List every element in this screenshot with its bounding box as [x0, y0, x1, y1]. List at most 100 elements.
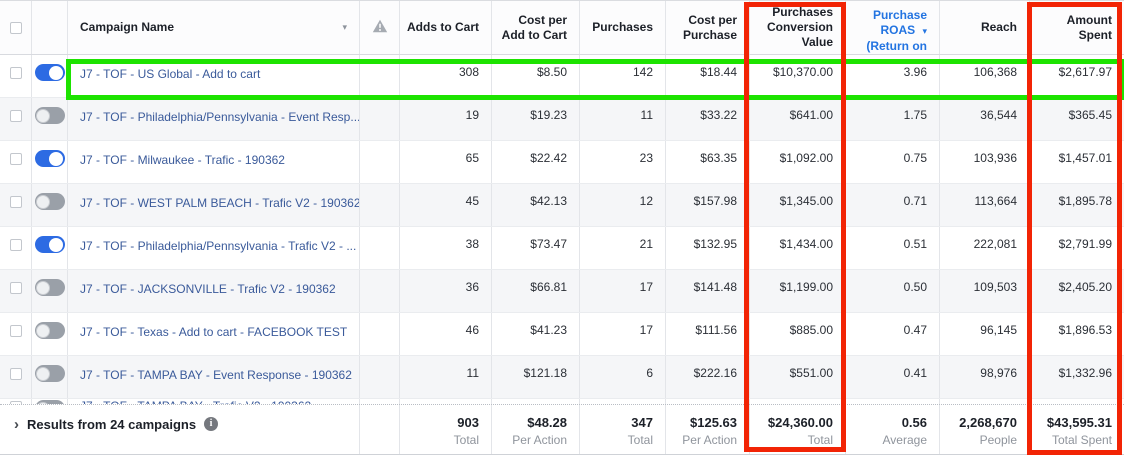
- header-cost-per-add-to-cart[interactable]: Cost per Add to Cart: [492, 1, 580, 54]
- campaign-name-link[interactable]: J7 - TOF - Philadelphia/Pennsylvania - E…: [80, 110, 360, 124]
- header-purchases[interactable]: Purchases: [580, 1, 666, 54]
- campaign-name-link[interactable]: J7 - TOF - WEST PALM BEACH - Trafic V2 -…: [80, 196, 360, 210]
- results-count-label: Results from 24 campaigns: [27, 417, 196, 433]
- info-icon[interactable]: i: [204, 417, 218, 431]
- warning-cell: [360, 98, 400, 140]
- cost-per-add-to-cart-cell: $42.13: [492, 184, 580, 226]
- header-checkbox-cell: [0, 1, 32, 54]
- purchases-conversion-value-cell: $1,434.00: [750, 227, 846, 269]
- adds-to-cart-cell: 46: [400, 313, 492, 355]
- campaign-toggle[interactable]: [35, 365, 65, 382]
- select-all-checkbox[interactable]: [10, 22, 22, 34]
- cost-per-add-to-cart-cell: $19.23: [492, 98, 580, 140]
- roas-header-line1: Purchase: [850, 8, 927, 23]
- campaign-name-link[interactable]: J7 - TOF - Philadelphia/Pennsylvania - T…: [80, 239, 356, 253]
- cost-per-purchase-cell: $33.22: [666, 98, 750, 140]
- reach-cell: 98,976: [940, 356, 1030, 398]
- purchases-conversion-value-cell: $1,199.00: [750, 270, 846, 312]
- chevron-right-icon[interactable]: ›: [14, 417, 19, 432]
- table-totals-row: › Results from 24 campaigns i 903 Total …: [0, 404, 1124, 455]
- purchases-conversion-value-cell: $885.00: [750, 313, 846, 355]
- campaign-toggle[interactable]: [35, 400, 65, 404]
- row-checkbox[interactable]: [10, 368, 22, 380]
- totals-purchases: 347 Total: [580, 405, 666, 454]
- purchases-cell: 21: [580, 227, 666, 269]
- results-summary[interactable]: › Results from 24 campaigns i: [0, 405, 360, 454]
- campaign-name-link[interactable]: J7 - TOF - Texas - Add to cart - FACEBOO…: [80, 325, 347, 339]
- warning-cell: [360, 313, 400, 355]
- cost-per-purchase-cell: $141.48: [666, 270, 750, 312]
- reach-cell: 113,664: [940, 184, 1030, 226]
- warning-cell: [360, 227, 400, 269]
- table-row: J7 - TOF - Texas - Add to cart - FACEBOO…: [0, 313, 1124, 356]
- campaign-name-link[interactable]: J7 - TOF - TAMPA BAY - Trafic V2 - 19036…: [80, 399, 311, 404]
- adds-to-cart-cell: 19: [400, 98, 492, 140]
- header-campaign-name[interactable]: Campaign Name ▾: [68, 1, 360, 54]
- row-checkbox[interactable]: [10, 67, 22, 79]
- toggle-knob: [36, 402, 50, 405]
- campaign-name-header-label: Campaign Name: [80, 20, 174, 35]
- row-checkbox[interactable]: [10, 239, 22, 251]
- row-checkbox[interactable]: [10, 196, 22, 208]
- campaign-toggle[interactable]: [35, 322, 65, 339]
- row-checkbox[interactable]: [10, 282, 22, 294]
- amount-spent-cell: $1,332.96: [1030, 356, 1124, 398]
- table-row: J7 - TOF - JACKSONVILLE - Trafic V2 - 19…: [0, 270, 1124, 313]
- row-checkbox[interactable]: [10, 110, 22, 122]
- adds-to-cart-cell: 36: [400, 270, 492, 312]
- header-reach[interactable]: Reach: [940, 1, 1030, 54]
- purchases-cell: 17: [580, 313, 666, 355]
- adds-to-cart-cell: 45: [400, 184, 492, 226]
- cost-per-add-to-cart-cell: $66.81: [492, 270, 580, 312]
- campaign-toggle[interactable]: [35, 107, 65, 124]
- header-cost-per-purchase[interactable]: Cost per Purchase: [666, 1, 750, 54]
- amount-spent-cell: $1,895.78: [1030, 184, 1124, 226]
- toggle-knob: [36, 281, 50, 295]
- sort-caret-icon[interactable]: ▾: [342, 20, 347, 35]
- toggle-knob: [49, 66, 63, 80]
- cost-per-purchase-cell: $157.98: [666, 184, 750, 226]
- header-purchase-roas[interactable]: Purchase ROAS ▾ (Return on: [846, 1, 940, 54]
- purchase-roas-cell: 0.41: [846, 356, 940, 398]
- campaign-toggle[interactable]: [35, 193, 65, 210]
- roas-header-line3: (Return on: [850, 39, 927, 54]
- campaign-name-link[interactable]: J7 - TOF - Milwaukee - Trafic - 190362: [80, 153, 285, 167]
- purchases-cell: 12: [580, 184, 666, 226]
- campaign-toggle[interactable]: [35, 150, 65, 167]
- campaign-toggle[interactable]: [35, 64, 65, 81]
- adds-to-cart-cell: 308: [400, 55, 492, 97]
- totals-purchases-conversion-value: $24,360.00 Total: [750, 405, 846, 454]
- campaign-name-link[interactable]: J7 - TOF - JACKSONVILLE - Trafic V2 - 19…: [80, 282, 336, 296]
- toggle-knob: [36, 195, 50, 209]
- toggle-knob: [36, 367, 50, 381]
- toggle-knob: [49, 238, 63, 252]
- amount-spent-cell: $365.45: [1030, 98, 1124, 140]
- header-purchases-conversion-value[interactable]: Purchases Conversion Value: [750, 1, 846, 54]
- purchase-roas-cell: 3.96: [846, 55, 940, 97]
- campaign-toggle[interactable]: [35, 279, 65, 296]
- campaign-toggle[interactable]: [35, 236, 65, 253]
- campaign-name-link[interactable]: J7 - TOF - TAMPA BAY - Event Response - …: [80, 368, 352, 382]
- campaign-name-link[interactable]: J7 - TOF - US Global - Add to cart: [80, 67, 260, 81]
- table-header-row: Campaign Name ▾ Adds to Cart Cost per Ad…: [0, 0, 1124, 55]
- row-checkbox[interactable]: [10, 153, 22, 165]
- purchase-roas-cell: 1.75: [846, 98, 940, 140]
- header-toggle-cell: [32, 1, 68, 54]
- header-amount-spent[interactable]: Amount Spent: [1030, 1, 1124, 54]
- purchases-conversion-value-cell: $551.00: [750, 356, 846, 398]
- warning-cell: [360, 55, 400, 97]
- cost-per-add-to-cart-cell: $22.42: [492, 141, 580, 183]
- amount-spent-cell: $1,457.01: [1030, 141, 1124, 183]
- row-checkbox[interactable]: [10, 401, 22, 404]
- warning-triangle-icon: [372, 19, 388, 37]
- header-adds-to-cart[interactable]: Adds to Cart: [400, 1, 492, 54]
- toggle-knob: [36, 324, 50, 338]
- reach-cell: 109,503: [940, 270, 1030, 312]
- purchase-roas-cell: 0.75: [846, 141, 940, 183]
- reach-cell: 222,081: [940, 227, 1030, 269]
- totals-reach: 2,268,670 People: [940, 405, 1030, 454]
- warning-cell: [360, 399, 400, 404]
- sorted-caret-icon: ▾: [922, 26, 927, 36]
- amount-spent-cell: $1,896.53: [1030, 313, 1124, 355]
- row-checkbox[interactable]: [10, 325, 22, 337]
